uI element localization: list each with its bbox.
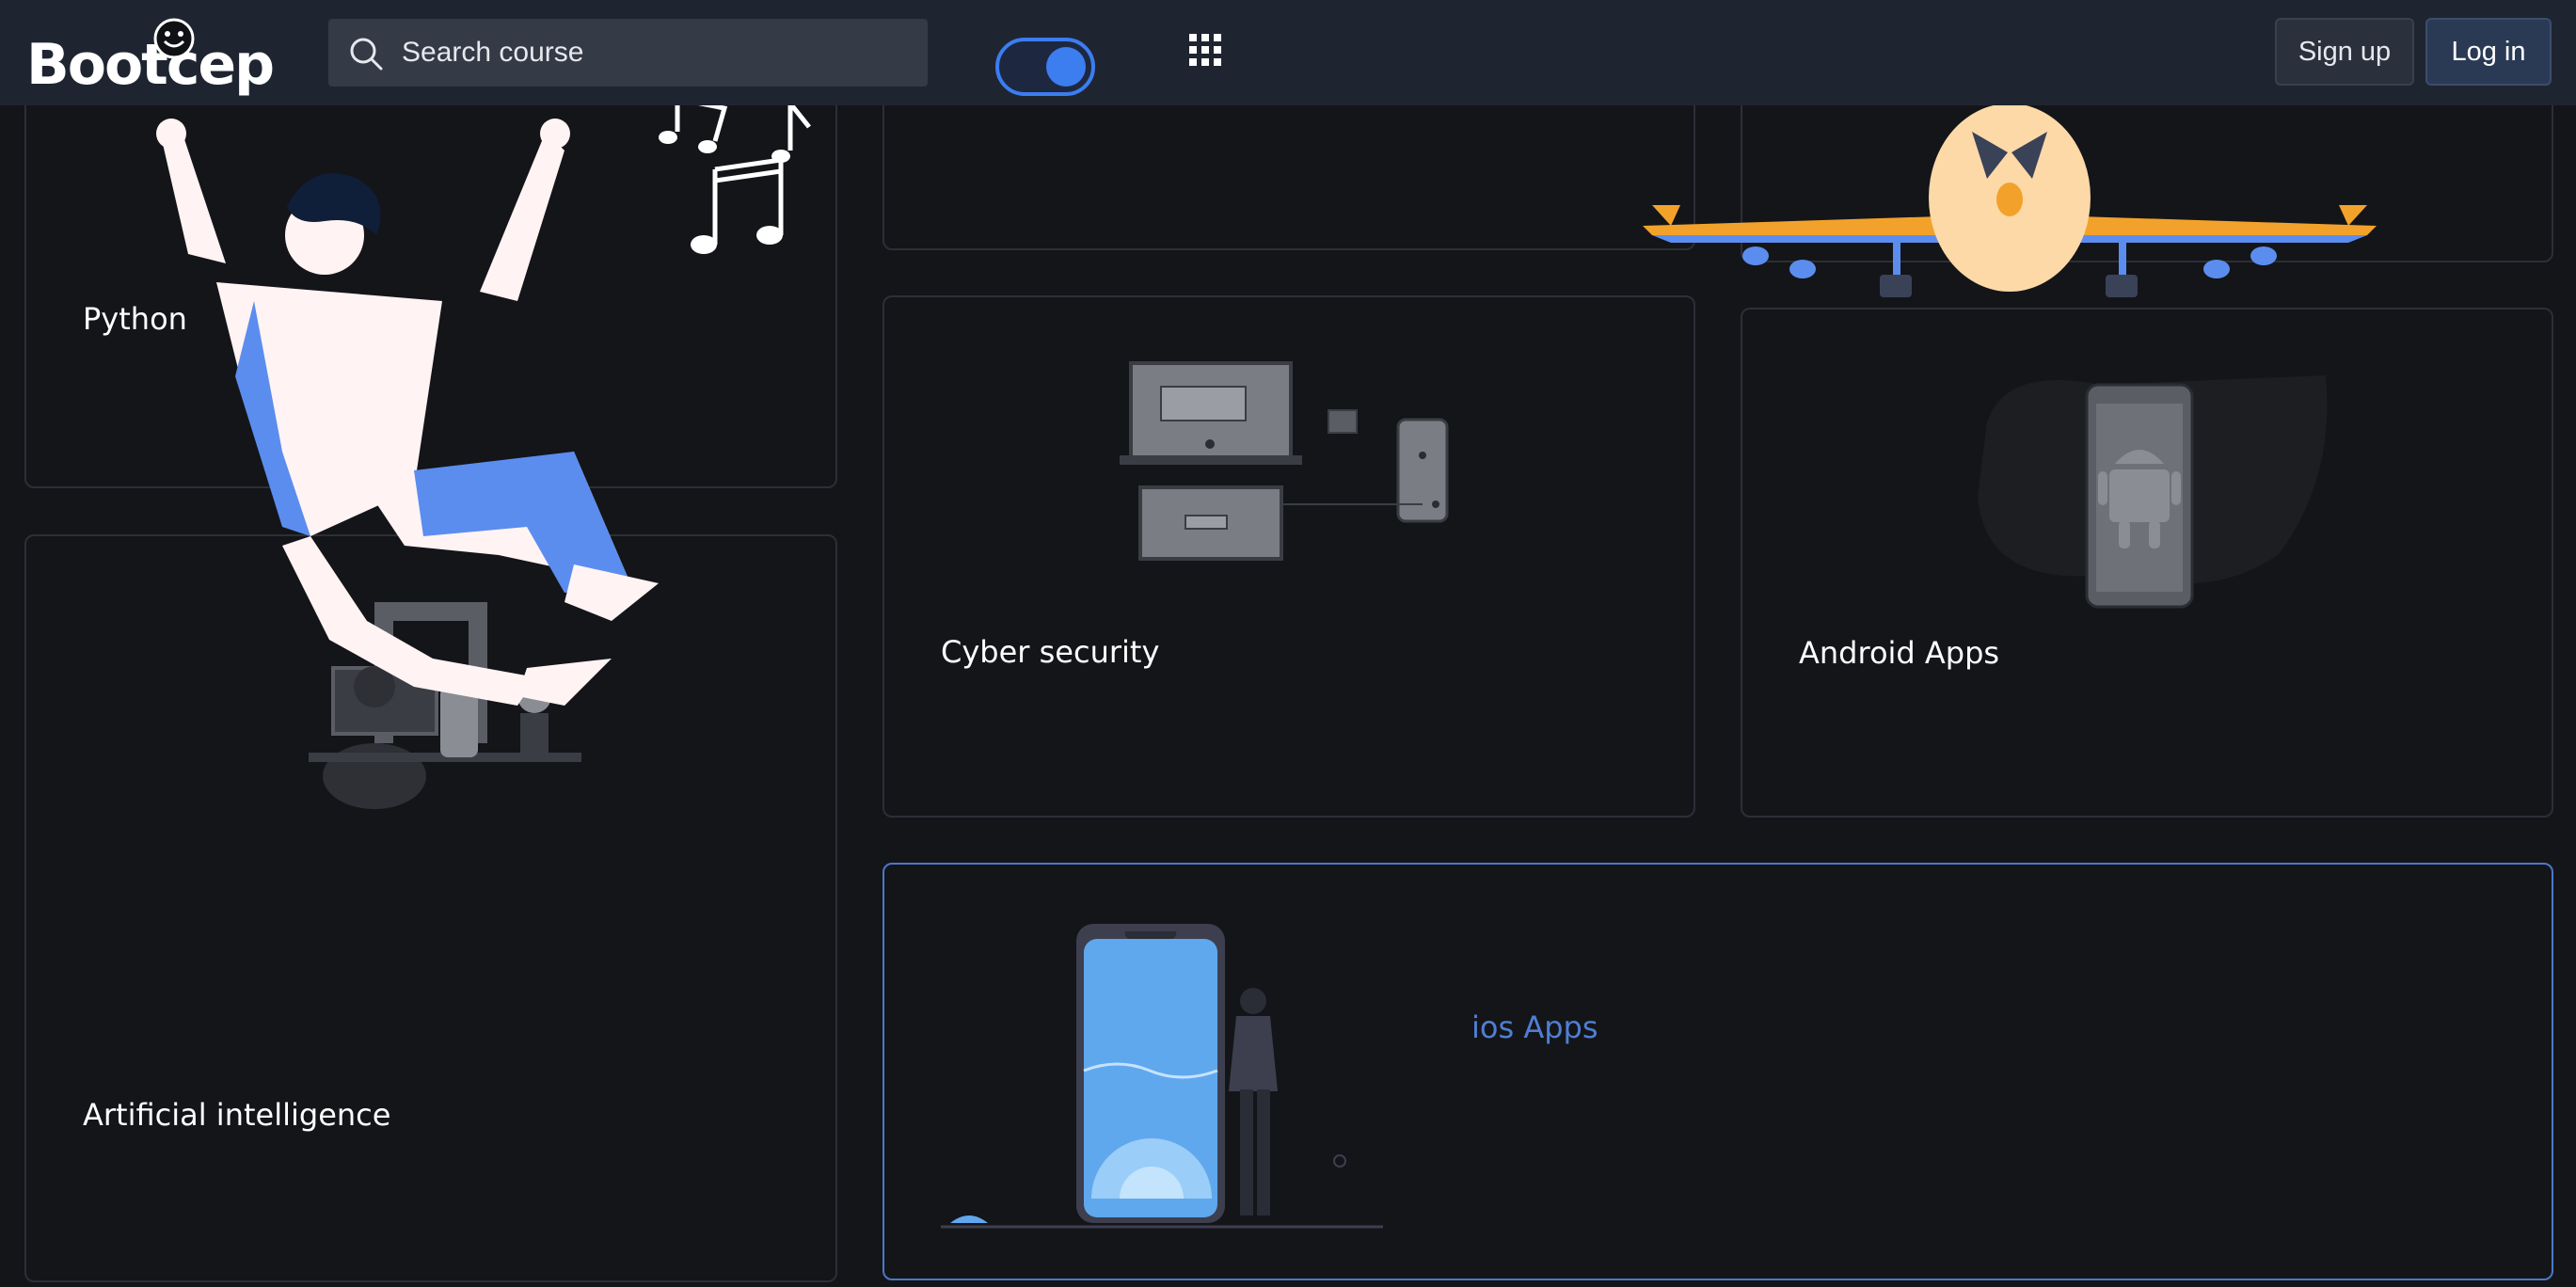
android-illustration — [1978, 375, 2328, 609]
logo-face-icon — [153, 18, 195, 58]
music-notes-icon — [659, 95, 811, 254]
course-card-cyber-security[interactable]: Cyber security — [883, 295, 1695, 818]
search-input[interactable] — [400, 19, 908, 87]
grid-icon[interactable] — [1189, 34, 1221, 66]
search-icon — [350, 38, 383, 71]
top-navigation-bar: Bootсep Sign up Log in — [0, 0, 2576, 105]
cyber-security-illustration — [1120, 361, 1449, 561]
toggle-knob — [1046, 47, 1086, 87]
course-card-android-apps[interactable]: Android Apps — [1741, 308, 2553, 818]
course-title: Artificial intelligence — [83, 1097, 391, 1133]
airplane-illustration — [1643, 103, 2377, 297]
theme-toggle[interactable] — [995, 38, 1095, 96]
course-card-ios-apps[interactable]: ios Apps — [883, 863, 2553, 1280]
course-title: ios Apps — [1471, 1009, 1598, 1045]
course-title: Android Apps — [1799, 635, 2000, 671]
search-bar[interactable] — [328, 19, 928, 87]
signup-button[interactable]: Sign up — [2275, 18, 2414, 86]
ios-illustration — [941, 924, 1383, 1229]
course-title: Cyber security — [941, 634, 1160, 670]
login-button[interactable]: Log in — [2425, 18, 2552, 86]
bootcep-logo[interactable]: Bootсep — [26, 11, 275, 98]
